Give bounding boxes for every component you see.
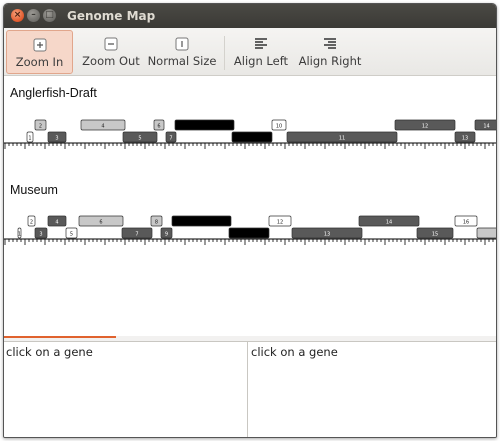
gene-label: 8 — [155, 220, 158, 226]
gene-rect[interactable] — [228, 227, 270, 239]
gene-block[interactable]: 4 — [80, 119, 126, 131]
gene-block[interactable]: 5 — [65, 227, 78, 239]
gene-label: 14 — [483, 124, 489, 130]
gene-block[interactable]: 14 — [474, 119, 497, 131]
normal-size-icon — [175, 37, 189, 51]
gene-block[interactable]: 9 — [160, 227, 173, 239]
gene-label: 5 — [138, 136, 141, 142]
gene-block[interactable]: 15 — [416, 227, 454, 239]
gene-block[interactable]: 1 — [17, 227, 22, 239]
gene-rect[interactable] — [171, 215, 232, 227]
gene-label: 3 — [55, 136, 58, 142]
gene-label: 6 — [157, 124, 160, 130]
gene-block[interactable]: 4 — [47, 215, 67, 227]
gene-block[interactable]: 14 — [358, 215, 420, 227]
align-right-icon — [324, 38, 336, 49]
gene-block[interactable]: 16 — [454, 215, 478, 227]
genome-map-window: × – □ Genome Map Zoom In Zoom Out Normal… — [3, 3, 497, 438]
gene-block[interactable]: 3 — [34, 227, 48, 239]
align-left-button[interactable]: Align Left — [232, 30, 290, 74]
gene-label: 13 — [324, 232, 330, 238]
gene-block[interactable]: 5 — [122, 131, 158, 143]
gene-label: 1 — [28, 136, 31, 142]
gene-block[interactable]: 2 — [34, 119, 47, 131]
gene-block[interactable] — [171, 215, 232, 227]
gene-label: 6 — [99, 220, 102, 226]
zoom-out-label: Zoom Out — [82, 54, 140, 68]
gene-label: 2 — [39, 124, 42, 130]
align-left-label: Align Left — [233, 54, 289, 68]
map-name-2: Museum — [10, 183, 58, 197]
align-right-label: Align Right — [298, 54, 362, 68]
gene-block[interactable]: 8 — [150, 215, 163, 227]
toolbar-separator — [224, 36, 225, 70]
gene-label: 3 — [39, 232, 42, 238]
close-window-button[interactable]: × — [11, 9, 24, 22]
maximize-window-button[interactable]: □ — [43, 9, 56, 22]
gene-label: 2 — [30, 220, 33, 226]
gene-block[interactable]: 13 — [291, 227, 363, 239]
gene-label: 14 — [386, 220, 392, 226]
gene-label: 7 — [169, 136, 172, 142]
gene-label: 7 — [135, 232, 138, 238]
genome-track-2[interactable]: 1234567891213141516 — [4, 210, 497, 260]
genome-track-1[interactable]: 12345671011121314 — [4, 114, 497, 164]
gene-label: 10 — [276, 124, 282, 130]
gene-block[interactable]: 3 — [47, 131, 67, 143]
gene-block[interactable]: 2 — [27, 215, 36, 227]
zoom-in-icon — [33, 38, 46, 52]
map-name-1: Anglerfish-Draft — [10, 86, 97, 100]
toolbar: Zoom In Zoom Out Normal Size Align Left — [4, 28, 496, 76]
gene-label: 12 — [422, 124, 428, 130]
zoom-out-button[interactable]: Zoom Out — [78, 30, 144, 74]
gene-label: 5 — [70, 232, 73, 238]
gene-label: 15 — [432, 232, 438, 238]
minimize-window-button[interactable]: – — [27, 9, 40, 22]
gene-label: 12 — [277, 220, 283, 226]
gene-info-panes: click on a gene click on a gene — [4, 341, 496, 437]
gene-info-left[interactable]: click on a gene — [4, 342, 248, 437]
gene-block[interactable]: 7 — [165, 131, 177, 143]
gene-block[interactable]: 1 — [26, 131, 34, 143]
gene-block[interactable] — [228, 227, 270, 239]
gene-block[interactable] — [231, 131, 273, 143]
zoom-in-button[interactable]: Zoom In — [6, 30, 73, 74]
gene-label: 4 — [55, 220, 58, 226]
title-bar[interactable]: × – □ Genome Map — [4, 4, 496, 28]
gene-label: 4 — [101, 124, 104, 130]
gene-label: 1 — [18, 232, 21, 238]
window-title: Genome Map — [67, 9, 156, 23]
gene-block[interactable]: 6 — [78, 215, 124, 227]
gene-label: 16 — [463, 220, 469, 226]
progress-indicator — [4, 336, 116, 338]
gene-block[interactable]: 7 — [121, 227, 153, 239]
gene-block[interactable] — [174, 119, 235, 131]
gene-block[interactable]: 11 — [286, 131, 398, 143]
gene-rect[interactable] — [231, 131, 273, 143]
normal-size-button[interactable]: Normal Size — [146, 30, 218, 74]
gene-block[interactable]: 13 — [454, 131, 476, 143]
gene-block[interactable]: 12 — [268, 215, 292, 227]
align-right-button[interactable]: Align Right — [296, 30, 364, 74]
gene-rect[interactable] — [476, 227, 497, 239]
genome-map-canvas[interactable]: Anglerfish-Draft 1 2 3 4 5 6 7 10 11 12 13 14 Museu… — [4, 76, 497, 336]
gene-block[interactable]: 10 — [271, 119, 287, 131]
gene-block[interactable]: 6 — [153, 119, 165, 131]
gene-block[interactable] — [476, 227, 497, 239]
normal-size-label: Normal Size — [147, 54, 217, 68]
gene-label: 13 — [462, 136, 468, 142]
align-left-icon — [255, 38, 267, 49]
zoom-out-icon — [104, 37, 118, 51]
gene-label: 11 — [339, 136, 345, 142]
gene-rect[interactable] — [174, 119, 235, 131]
gene-block[interactable]: 12 — [394, 119, 456, 131]
gene-label: 9 — [165, 232, 168, 238]
gene-info-right[interactable]: click on a gene — [249, 342, 496, 437]
zoom-in-label: Zoom In — [15, 55, 64, 69]
